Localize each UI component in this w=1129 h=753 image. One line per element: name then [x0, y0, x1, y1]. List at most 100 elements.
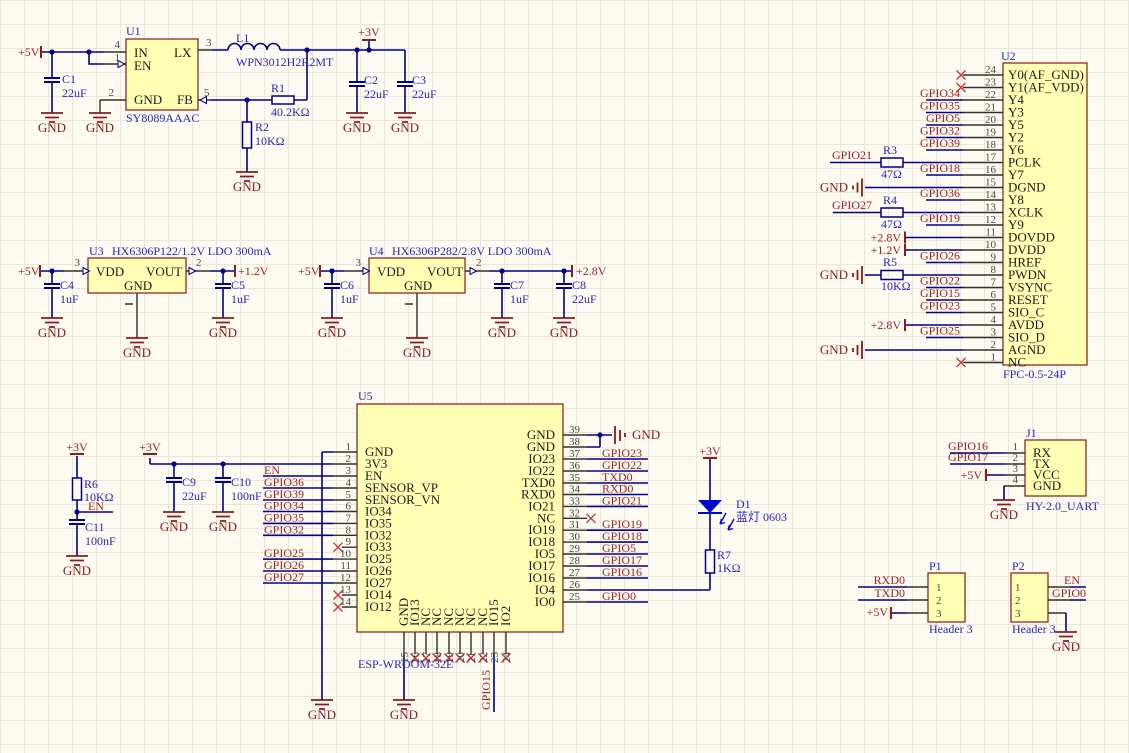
pin-no-u2-14: 14 [985, 189, 997, 201]
resistor-r3 [881, 158, 903, 167]
pin-no-u5-33: 33 [569, 495, 581, 507]
val-r5: 10KΩ [881, 279, 911, 293]
gnd-c6: GND [318, 325, 346, 340]
pin-no-u5-b18: 18 [432, 652, 444, 664]
pin-name-u3-vout: VOUT [146, 264, 182, 279]
pin-name-u1-gnd: GND [134, 92, 162, 107]
pin-no-u5-26: 26 [569, 579, 581, 591]
des-r2: R2 [255, 120, 269, 134]
pin-no-u2-21: 21 [985, 102, 996, 114]
des-c9: C9 [182, 475, 196, 489]
gnd-c5: GND [209, 325, 237, 340]
des-u2: U2 [1001, 49, 1016, 63]
pin-name-u4-vout: VOUT [427, 264, 463, 279]
net-u5-gpio0: GPIO0 [602, 589, 636, 603]
net-u2-gpio26: GPIO26 [920, 249, 960, 263]
val-u1: SY8089AAAC [126, 111, 199, 125]
gnd-u5-pin15: GND [390, 707, 418, 722]
pin-no-u5-6: 6 [346, 501, 352, 513]
val-c1: 22uF [62, 86, 87, 100]
des-u3: U3 [89, 244, 104, 258]
resistor-r2 [243, 122, 252, 148]
pin-no-u2-20: 20 [985, 114, 997, 126]
gnd-c7: GND [488, 325, 516, 340]
pin-no-u2-24: 24 [985, 64, 997, 76]
pin-name-u5-14: IO12 [365, 599, 392, 614]
no-connect-x-icon [587, 514, 596, 523]
pin-no-u1-5: 5 [204, 87, 210, 99]
val-d1: 蓝灯 0603 [736, 510, 787, 524]
pin-no-u2-10: 10 [985, 239, 997, 251]
net-2v8-u2b: +2.8V [871, 318, 902, 332]
gnd-c1: GND [38, 120, 66, 135]
des-c11: C11 [85, 520, 105, 534]
junction-dot-icon [561, 268, 566, 273]
pin-no-u5-13: 13 [340, 584, 352, 596]
pin-no-u5-10: 10 [340, 548, 352, 560]
pin-no-u5-38: 38 [569, 436, 581, 448]
component-p1-body [928, 573, 965, 622]
net-3v-led: +3V [699, 444, 721, 458]
pin-name-u1-lx: LX [174, 45, 192, 60]
gnd-c4: GND [38, 325, 66, 340]
pin-name-u2-1: NC [1008, 355, 1026, 370]
pin-no-u2-11: 11 [985, 227, 996, 239]
pin-name-u4-vdd: VDD [377, 264, 405, 279]
des-u4: U4 [369, 244, 384, 258]
pin-no-j1-4: 4 [1013, 474, 1019, 486]
pin-no-u5-b23: 23 [489, 652, 501, 664]
net-en-r6: EN [88, 499, 104, 513]
gnd-u2-8: GND [820, 267, 848, 282]
capacitor-icon [44, 78, 60, 82]
pin-no-u5-30: 30 [569, 531, 581, 543]
pin-no-u5-27: 27 [569, 567, 581, 579]
junction-dot-icon [499, 268, 504, 273]
val-r3: 47Ω [881, 167, 902, 181]
net-3v-buck: +3V [358, 25, 380, 39]
pin-no-u5-7: 7 [346, 512, 352, 524]
pin-no-u5-31: 31 [569, 519, 580, 531]
capacitor-icon [69, 520, 85, 524]
val-c3: 22uF [412, 87, 437, 101]
des-p2: P2 [1012, 559, 1025, 573]
pin-no-u5-9: 9 [346, 536, 352, 548]
resistor-r4 [881, 208, 903, 217]
net-gpio15-bottom: GPIO15 [479, 670, 493, 710]
wire-buck [42, 40, 405, 172]
pin-no-u1-4: 4 [115, 39, 121, 51]
title-u4: HX6306P282/2.8V LDO 300mA [392, 244, 552, 258]
gnd-c10: GND [209, 519, 237, 534]
pin-no-p2-2: 2 [1015, 595, 1021, 607]
title-u3: HX6306P122/1.2V LDO 300mA [112, 244, 272, 258]
pin-name-u1-fb: FB [177, 92, 193, 107]
schematic-sheet: +5VU1INENGNDLXFB41235SY8089AAACC122uFGND… [0, 0, 1129, 753]
junction-dot-icon [354, 47, 359, 52]
pin-no-u2-5: 5 [991, 302, 997, 314]
net-5v-p1: +5V [867, 605, 889, 619]
des-d1: D1 [736, 497, 751, 511]
val-c6: 1uF [340, 292, 359, 306]
capacitor-icon [215, 284, 231, 288]
capacitor-icon [166, 478, 182, 482]
gnd-u5-39: GND [632, 427, 660, 442]
net-u2-gpio25: GPIO25 [920, 324, 960, 338]
title-j1: HY-2.0_UART [1026, 499, 1100, 513]
junction-dot-icon [244, 97, 249, 102]
gnd-u1pin2: GND [86, 120, 114, 135]
pin-no-u2-18: 18 [985, 139, 997, 151]
net-gpio0-p2: GPIO0 [1052, 586, 1086, 600]
pin-name-j1-gnd: GND [1033, 478, 1061, 493]
junction-dot-icon [220, 268, 225, 273]
pin-no-u2-13: 13 [985, 202, 997, 214]
net-gpio17-j1: GPIO17 [948, 450, 988, 464]
pin-no-u5-28: 28 [569, 555, 581, 567]
des-j1: J1 [1026, 426, 1037, 440]
gnd-c8: GND [550, 325, 578, 340]
pin-no-u2-12: 12 [985, 214, 996, 226]
pin-no-u2-3: 3 [991, 327, 997, 339]
resistor-r1 [272, 96, 294, 104]
capacitor-icon [494, 284, 510, 288]
capacitor-icon [215, 478, 231, 482]
pin-no-u5-b21: 21 [466, 652, 478, 663]
des-r5: R5 [883, 255, 897, 269]
